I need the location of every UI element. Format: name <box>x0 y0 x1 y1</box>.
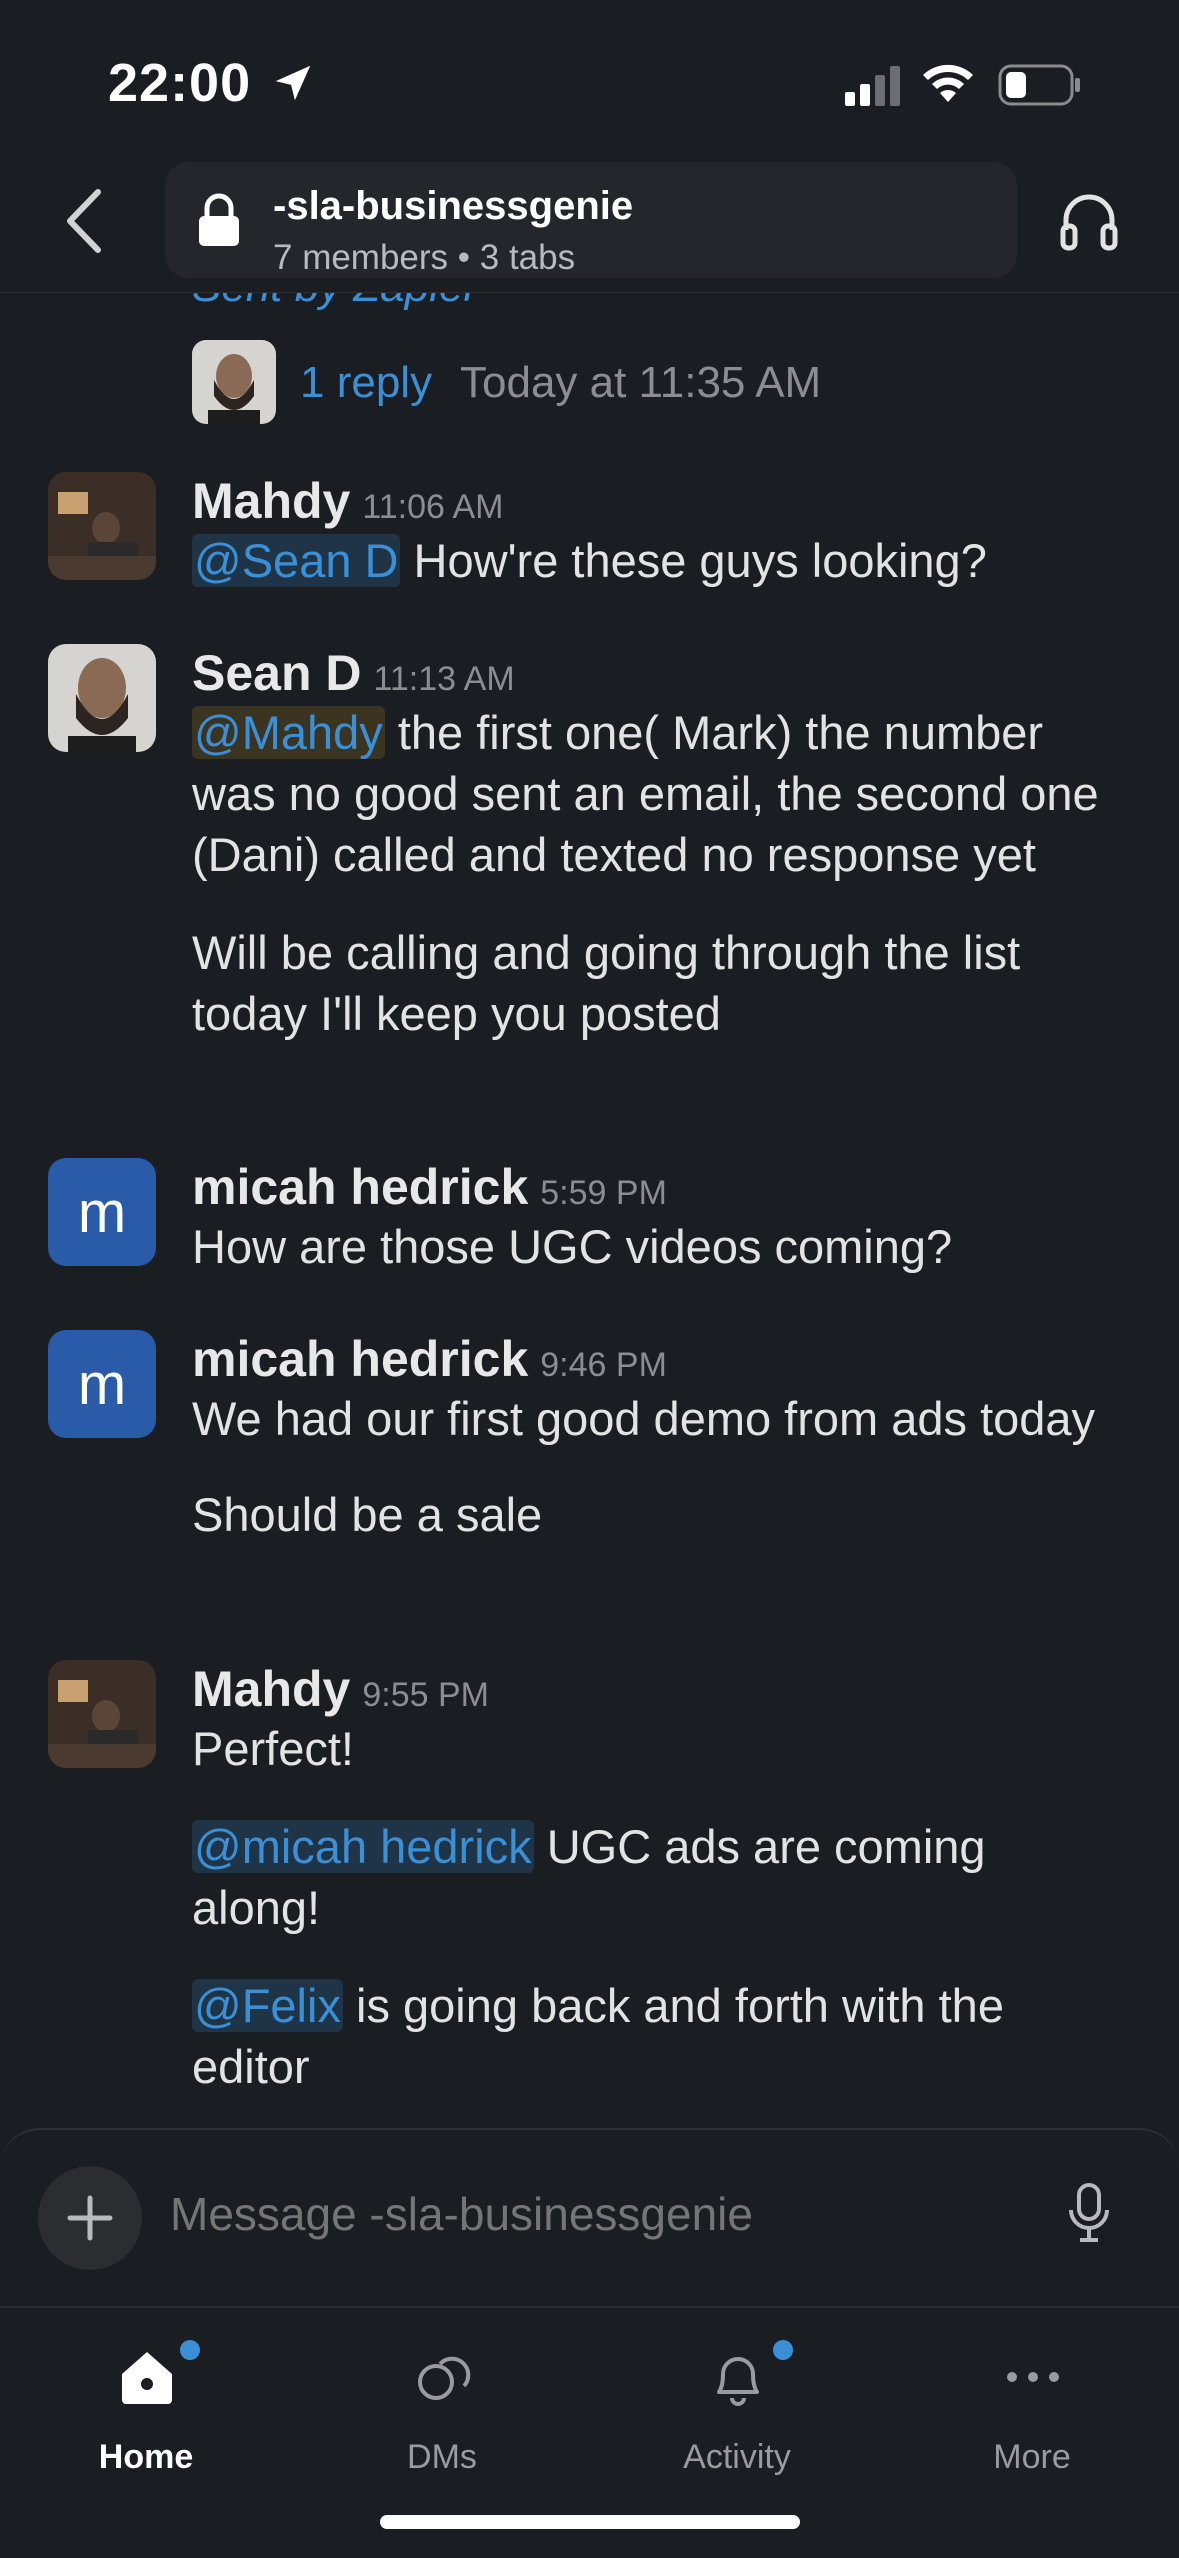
avatar[interactable]: m <box>48 1330 156 1438</box>
back-button[interactable] <box>60 186 110 256</box>
message-text: Perfect! @micah hedrick UGC ads are comi… <box>192 1718 1122 2097</box>
avatar <box>192 340 276 424</box>
status-time: 22:00 <box>108 53 252 113</box>
message-body: Will be calling and going through the li… <box>192 926 1021 1040</box>
sender-name[interactable]: Mahdy <box>192 1661 350 1717</box>
message-time: 9:55 PM <box>362 1676 489 1714</box>
message-text: We had our first good demo from ads toda… <box>192 1388 1122 1545</box>
channel-name: -sla-businessgenie <box>273 184 634 228</box>
plus-icon <box>67 2195 113 2241</box>
tab-label: Home <box>98 2438 194 2476</box>
message-text: @Mahdy the first one( Mark) the number w… <box>192 702 1122 1044</box>
mention[interactable]: @micah hedrick <box>192 1820 534 1873</box>
sent-by-label: Sent by Zapier <box>192 292 478 312</box>
message-text: @Sean D How're these guys looking? <box>192 530 1122 591</box>
headphones-icon[interactable] <box>1058 190 1120 252</box>
message-text: How are those UGC videos coming? <box>192 1216 1122 1277</box>
tab-label: More <box>993 2438 1071 2476</box>
avatar[interactable] <box>48 472 156 580</box>
message-time: 11:13 AM <box>373 660 515 698</box>
reply-timestamp: Today at 11:35 AM <box>460 358 822 407</box>
message-body: Should be a sale <box>192 1488 543 1541</box>
avatar[interactable]: m <box>48 1158 156 1266</box>
more-icon <box>1007 2372 1059 2382</box>
home-indicator <box>380 2515 800 2529</box>
channel-info-button[interactable]: -sla-businessgenie 7 members • 3 tabs <box>165 162 1017 278</box>
reply-count-link[interactable]: 1 reply <box>300 358 432 408</box>
home-icon <box>122 2352 172 2404</box>
message-body: How are those UGC videos coming? <box>192 1220 953 1273</box>
mention[interactable]: @Sean D <box>192 534 401 587</box>
tab-activity[interactable]: Activity <box>627 2328 847 2478</box>
channel-meta: 7 members • 3 tabs <box>273 238 576 277</box>
tab-more[interactable]: More <box>922 2328 1142 2478</box>
unread-badge <box>773 2340 793 2360</box>
dms-icon <box>418 2356 471 2400</box>
tab-dms[interactable]: DMs <box>332 2328 552 2478</box>
wifi-icon <box>923 64 973 102</box>
location-arrow-icon <box>275 65 311 101</box>
mention[interactable]: @Mahdy <box>192 706 385 759</box>
message-input[interactable] <box>168 2186 992 2242</box>
channel-header: -sla-businessgenie 7 members • 3 tabs <box>0 150 1179 293</box>
unread-badge <box>180 2340 200 2360</box>
message-list[interactable]: Sent by Zapier 1 reply Today at 11:35 AM… <box>0 292 1179 2128</box>
tab-home[interactable]: Home <box>36 2328 256 2478</box>
message-time: 5:59 PM <box>540 1174 667 1212</box>
microphone-icon[interactable] <box>1066 2182 1112 2244</box>
status-bar: 22:00 <box>0 0 1179 150</box>
cellular-signal-icon <box>845 66 900 106</box>
sender-name[interactable]: micah hedrick <box>192 1159 528 1215</box>
message-time: 11:06 AM <box>362 488 504 526</box>
avatar[interactable] <box>48 1660 156 1768</box>
mention[interactable]: @Felix <box>192 1979 343 2032</box>
sender-name[interactable]: Sean D <box>192 645 362 701</box>
tab-label: DMs <box>407 2438 477 2476</box>
sender-name[interactable]: micah hedrick <box>192 1331 528 1387</box>
tab-label: Activity <box>683 2438 791 2476</box>
message-composer <box>0 2128 1179 2308</box>
message-body: How're these guys looking? <box>400 534 987 587</box>
message-body: We had our first good demo from ads toda… <box>192 1392 1096 1445</box>
message-time: 9:46 PM <box>540 1346 667 1384</box>
bell-icon <box>717 2357 759 2406</box>
add-attachment-button[interactable] <box>38 2166 142 2270</box>
lock-icon <box>199 193 239 246</box>
sender-name[interactable]: Mahdy <box>192 473 350 529</box>
battery-icon <box>998 64 1080 106</box>
message-body: Perfect! <box>192 1722 354 1775</box>
avatar[interactable] <box>48 644 156 752</box>
